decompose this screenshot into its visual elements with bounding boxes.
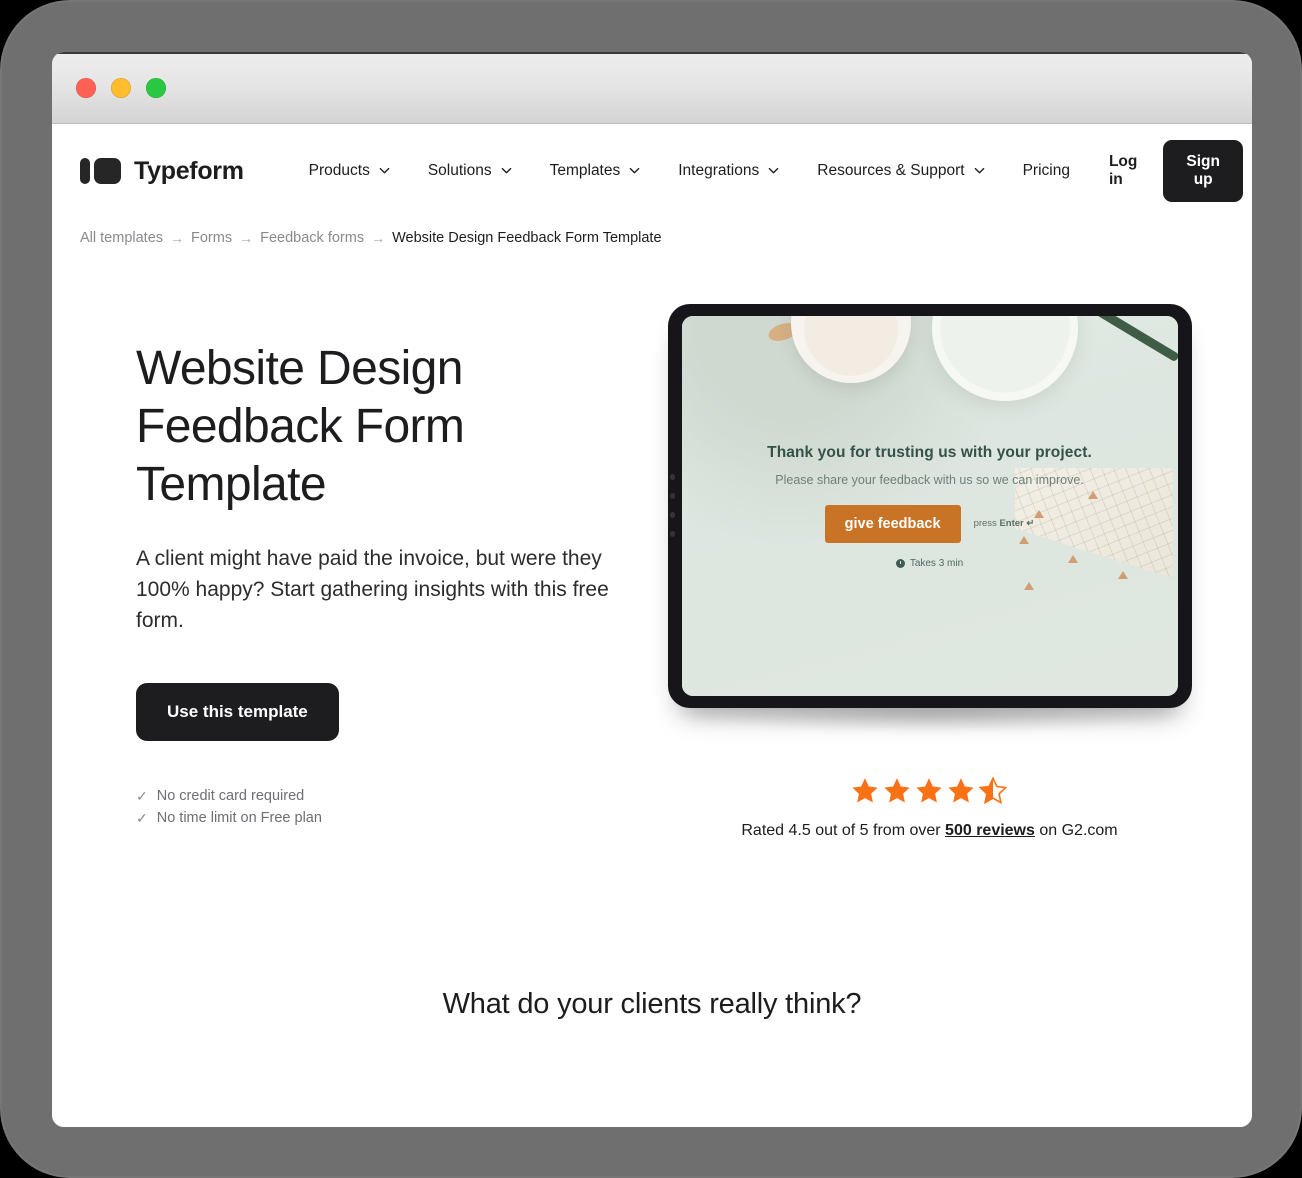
nav-item-label: Integrations	[678, 162, 760, 179]
nav-item-products[interactable]: Products	[290, 154, 409, 188]
star-full-icon	[916, 778, 943, 803]
breadcrumb-separator-icon: →	[239, 230, 254, 246]
rating-block: Rated 4.5 out of 5 from over 500 reviews…	[741, 776, 1118, 840]
site-navigation: Typeform Products Solutions Templates In…	[52, 124, 1252, 218]
brand-logo[interactable]: Typeform	[80, 157, 244, 186]
form-headline: Thank you for trusting us with your proj…	[767, 443, 1092, 461]
breadcrumb-item-all-templates[interactable]: All templates	[80, 230, 163, 246]
device-frame: Typeform Products Solutions Templates In…	[0, 0, 1302, 1178]
nav-item-resources-support[interactable]: Resources & Support	[798, 154, 1003, 188]
breadcrumb-separator-icon: →	[371, 230, 386, 246]
chevron-down-icon	[629, 165, 640, 176]
tablet-screen: Thank you for trusting us with your proj…	[681, 316, 1178, 696]
perk-no-time-limit: ✓ No time limit on Free plan	[136, 807, 635, 829]
breadcrumb-item-feedback-forms[interactable]: Feedback forms	[260, 230, 364, 246]
tablet-side-buttons	[669, 474, 675, 537]
chevron-down-icon	[501, 165, 512, 176]
nav-item-integrations[interactable]: Integrations	[659, 154, 798, 188]
nav-item-pricing[interactable]: Pricing	[1004, 154, 1089, 188]
rating-reviews-link[interactable]: 500 reviews	[945, 822, 1035, 839]
breadcrumb-item-forms[interactable]: Forms	[191, 230, 232, 246]
section-heading: What do your clients really think?	[442, 988, 862, 1020]
nav-links: Products Solutions Templates Integration…	[290, 154, 1089, 188]
typeform-logo-icon	[80, 158, 121, 184]
login-link[interactable]: Log in	[1089, 143, 1157, 199]
star-full-icon	[948, 778, 975, 803]
signup-button[interactable]: Sign up	[1163, 140, 1243, 202]
breadcrumb-separator-icon: →	[170, 230, 185, 246]
form-preview-content: Thank you for trusting us with your proj…	[682, 316, 1178, 696]
nav-account-actions: Log in Sign up	[1089, 140, 1243, 202]
rating-text: Rated 4.5 out of 5 from over 500 reviews…	[741, 822, 1117, 840]
press-enter-hint: press Enter ↵	[973, 518, 1035, 529]
browser-window: Typeform Products Solutions Templates In…	[52, 52, 1252, 1127]
nav-item-templates[interactable]: Templates	[531, 154, 660, 188]
hero-subtitle: A client might have paid the invoice, bu…	[136, 547, 609, 632]
close-window-button[interactable]	[76, 77, 96, 98]
clock-icon	[895, 558, 905, 568]
tablet-mockup: Thank you for trusting us with your proj…	[667, 304, 1192, 708]
perk-label: No time limit on Free plan	[156, 809, 322, 826]
check-icon: ✓	[136, 787, 148, 804]
page-viewport: Typeform Products Solutions Templates In…	[52, 124, 1252, 1127]
form-duration-label: Takes 3 min	[909, 557, 964, 569]
give-feedback-button[interactable]: give feedback	[824, 504, 961, 543]
browser-titlebar	[52, 52, 1252, 124]
window-controls	[76, 77, 166, 98]
nav-item-label: Pricing	[1022, 162, 1070, 179]
nav-item-label: Templates	[549, 162, 621, 179]
breadcrumb-item-current: Website Design Feedback Form Template	[392, 230, 662, 246]
star-full-icon	[884, 778, 911, 803]
form-subheadline: Please share your feedback with us so we…	[775, 472, 1084, 487]
nav-item-label: Products	[308, 162, 370, 179]
chevron-down-icon	[379, 165, 390, 176]
hero-preview: Thank you for trusting us with your proj…	[635, 304, 1224, 840]
rating-text-before: Rated 4.5 out of 5 from over	[741, 822, 946, 839]
maximize-window-button[interactable]	[146, 77, 166, 98]
chevron-down-icon	[974, 165, 985, 176]
form-cta-row: give feedback press Enter ↵	[824, 504, 1035, 543]
nav-item-solutions[interactable]: Solutions	[409, 154, 531, 188]
check-icon: ✓	[136, 809, 148, 826]
hero-copy: Website Design Feedback Form Template A …	[80, 304, 635, 840]
use-this-template-button[interactable]: Use this template	[136, 682, 339, 741]
star-rating	[741, 776, 1117, 806]
page-title: Website Design Feedback Form Template	[136, 342, 465, 512]
star-half-icon	[979, 776, 1008, 805]
nav-item-label: Solutions	[427, 162, 492, 179]
perk-no-credit-card: ✓ No credit card required	[136, 785, 635, 807]
star-full-icon	[852, 778, 879, 803]
breadcrumb: All templates → Forms → Feedback forms →…	[52, 218, 1252, 258]
nav-item-label: Resources & Support	[817, 162, 965, 179]
form-duration: Takes 3 min	[895, 557, 964, 569]
rating-text-after: on G2.com	[1034, 822, 1118, 839]
minimize-window-button[interactable]	[111, 77, 131, 98]
perk-label: No credit card required	[156, 787, 305, 804]
hero-section: Website Design Feedback Form Template A …	[52, 258, 1252, 840]
chevron-down-icon	[768, 165, 779, 176]
brand-name: Typeform	[134, 156, 244, 185]
